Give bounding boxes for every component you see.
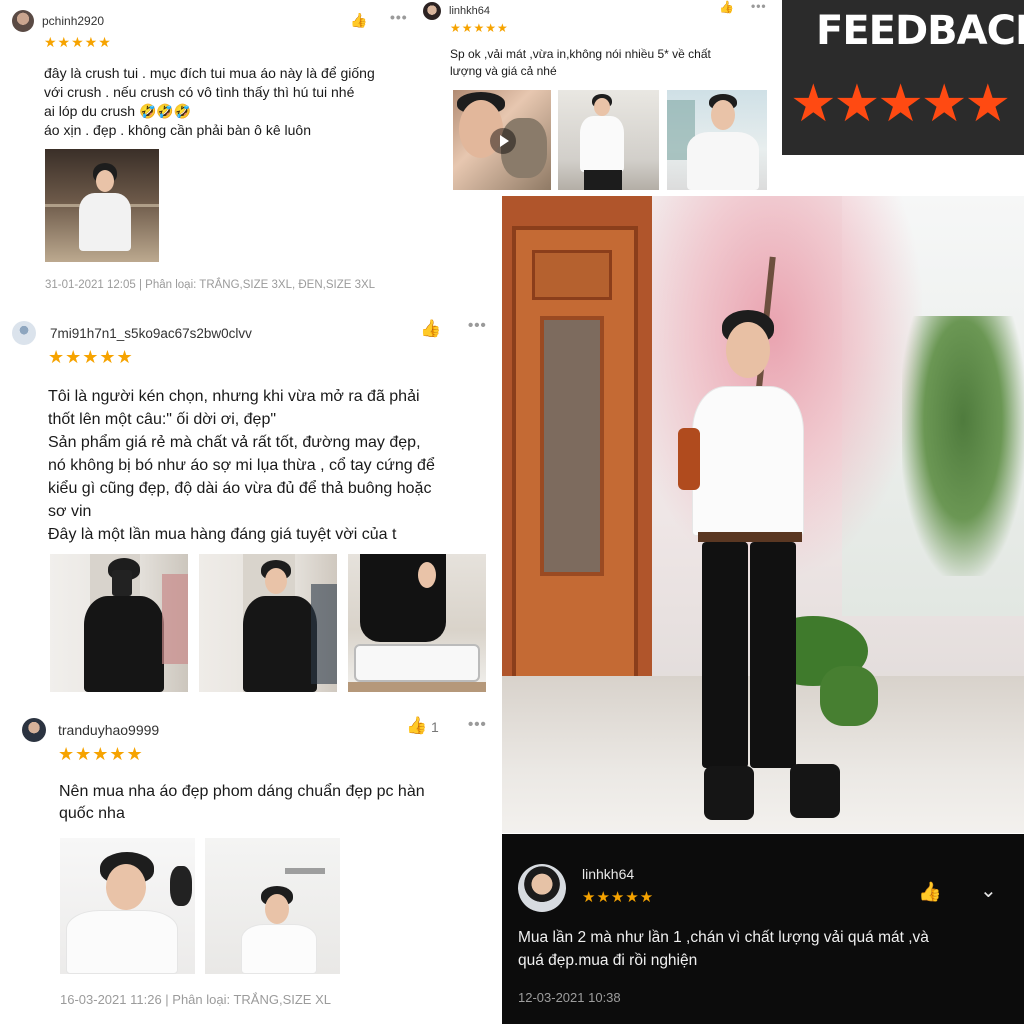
chevron-down-icon[interactable]: ⌄ xyxy=(980,878,997,903)
review-text-line: Tôi là người kén chọn, nhưng khi vừa mở … xyxy=(48,388,420,405)
review-photo[interactable] xyxy=(45,149,159,262)
star-rating: ★★★★★ xyxy=(48,347,134,367)
review-photo[interactable] xyxy=(50,554,188,692)
like-count: 1 xyxy=(431,719,439,735)
review-photo[interactable] xyxy=(667,90,767,190)
review-card-7mi91: 7mi91h7n1_s5ko9ac67s2bw0clvv ★★★★★ 👍 •••… xyxy=(0,303,500,701)
avatar[interactable] xyxy=(22,718,46,742)
more-icon[interactable]: ••• xyxy=(468,716,487,733)
username[interactable]: linhkh64 xyxy=(582,866,634,882)
review-card-tranduyhao: tranduyhao9999 ★★★★★ 👍 1 ••• Nên mua nha… xyxy=(0,702,500,1024)
review-text-line: Sản phẩm giá rẻ mà chất vả rất tốt, đườn… xyxy=(48,434,421,451)
review-text: Nên mua nha áo đẹp phom dáng chuẩn đẹp p… xyxy=(59,781,425,825)
play-icon[interactable] xyxy=(490,128,516,154)
review-text-line: sơ vin xyxy=(48,503,92,520)
review-text: đây là crush tui . mục đích tui mua áo n… xyxy=(44,64,375,140)
review-text-line: Mua lần 2 mà như lần 1 ,chán vì chất lượ… xyxy=(518,929,929,946)
thumbs-up-icon[interactable]: 👍 xyxy=(918,880,942,904)
username[interactable]: linhkh64 xyxy=(449,5,490,17)
feedback-banner: FEEDBACK ★★★★★ xyxy=(782,0,1024,155)
review-text-line: đây là crush tui . mục đích tui mua áo n… xyxy=(44,65,375,81)
banner-stars: ★★★★★ xyxy=(790,75,1011,133)
star-rating: ★★★★★ xyxy=(44,34,112,50)
review-text-line: với crush . nếu crush có vô tình thấy th… xyxy=(44,84,355,100)
review-photo[interactable] xyxy=(558,90,659,190)
review-photo[interactable] xyxy=(60,838,195,974)
review-text-line: Nên mua nha áo đẹp phom dáng chuẩn đẹp p… xyxy=(59,783,425,800)
review-text: Sp ok ,vải mát ,vừa in,không nói nhiều 5… xyxy=(450,46,711,80)
review-text-line: thốt lên một câu:" ối dời ơi, đẹp" xyxy=(48,411,277,428)
customer-photo[interactable] xyxy=(502,196,1024,833)
star-rating: ★★★★★ xyxy=(58,744,144,764)
review-text-line: quốc nha xyxy=(59,805,125,822)
review-text-line: nó không bị bó như áo sợ mi lụa thừa , c… xyxy=(48,457,435,474)
review-video-thumbnail[interactable] xyxy=(453,90,551,190)
review-text: Tôi là người kén chọn, nhưng khi vừa mở … xyxy=(48,385,435,546)
review-meta: 16-03-2021 11:26 | Phân loại: TRẮNG,SIZE… xyxy=(60,992,331,1007)
review-text: Mua lần 2 mà như lần 1 ,chán vì chất lượ… xyxy=(518,926,929,972)
star-rating: ★★★★★ xyxy=(582,889,655,906)
more-icon[interactable]: ••• xyxy=(751,0,767,13)
review-text-line: ai lóp du crush 🤣🤣🤣 xyxy=(44,103,192,119)
username[interactable]: 7mi91h7n1_s5ko9ac67s2bw0clvv xyxy=(50,326,252,341)
username[interactable]: pchinh2920 xyxy=(42,14,104,28)
review-card-linhkh-top: linhkh64 ★★★★★ 👍 ••• Sp ok ,vải mát ,vừa… xyxy=(415,0,780,196)
review-header: 7mi91h7n1_s5ko9ac67s2bw0clvv xyxy=(12,321,252,345)
avatar[interactable] xyxy=(518,864,566,912)
review-card-linhkh-dark: linhkh64 ★★★★★ 👍 ⌄ Mua lần 2 mà như lần … xyxy=(502,834,1024,1024)
user-placeholder-icon[interactable] xyxy=(12,321,36,345)
review-text-line: quá đẹp.mua đi rồi nghiện xyxy=(518,952,698,969)
review-photo[interactable] xyxy=(199,554,337,692)
banner-title: FEEDBACK xyxy=(816,8,1024,54)
review-meta: 31-01-2021 12:05 | Phân loại: TRẮNG,SIZE… xyxy=(45,279,376,291)
thumbs-up-icon[interactable]: 👍 xyxy=(719,0,734,14)
review-photo[interactable] xyxy=(205,838,340,974)
thumbs-up-icon[interactable]: 👍 xyxy=(420,319,441,339)
username[interactable]: tranduyhao9999 xyxy=(58,722,159,738)
thumbs-up-icon[interactable]: 👍 xyxy=(406,716,427,736)
thumbs-up-icon[interactable]: 👍 xyxy=(350,12,367,29)
star-rating: ★★★★★ xyxy=(450,21,509,35)
more-icon[interactable]: ••• xyxy=(468,317,487,334)
review-card-pchinh: pchinh2920 ★★★★★ 👍 ••• đây là crush tui … xyxy=(0,0,445,302)
review-header: linhkh64 xyxy=(423,2,490,20)
review-header: tranduyhao9999 xyxy=(22,718,159,742)
more-icon[interactable]: ••• xyxy=(390,9,408,25)
review-text-line: lượng và giá cả nhé xyxy=(450,64,557,78)
review-text-line: áo xịn . đẹp . không cần phải bàn ô kê l… xyxy=(44,122,311,138)
avatar[interactable] xyxy=(423,2,441,20)
review-meta: 12-03-2021 10:38 xyxy=(518,990,621,1005)
avatar[interactable] xyxy=(12,10,34,32)
review-header: pchinh2920 xyxy=(12,10,104,32)
review-photo[interactable] xyxy=(348,554,486,692)
review-text-line: Đây là một lần mua hàng đáng giá tuyệt v… xyxy=(48,526,397,543)
review-text-line: kiểu gì cũng đẹp, độ dài áo vừa đủ để th… xyxy=(48,480,432,497)
review-text-line: Sp ok ,vải mát ,vừa in,không nói nhiều 5… xyxy=(450,47,711,61)
